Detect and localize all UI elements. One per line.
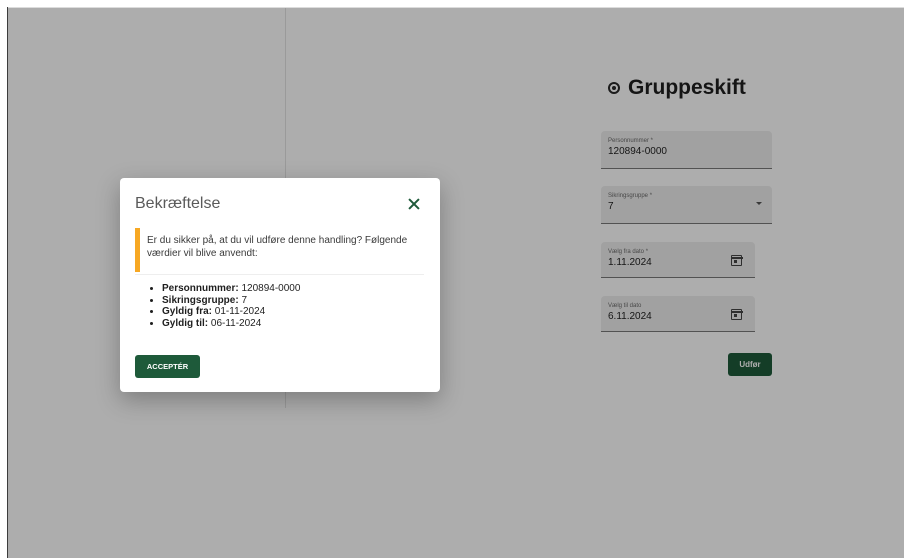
confirmation-dialog: Bekræftelse Er du sikker på, at du vil u… (120, 178, 440, 392)
close-icon[interactable] (408, 198, 420, 210)
list-item: Gyldig fra: 01-11-2024 (162, 306, 300, 318)
values-list: Personnummer: 120894-0000 Sikringsgruppe… (152, 283, 300, 329)
value-text: 120894-0000 (238, 283, 301, 294)
value-text: 7 (238, 294, 248, 306)
divider (135, 274, 424, 275)
value-text: 06-11-2024 (208, 317, 262, 329)
value-key: Personnummer: (162, 283, 239, 294)
value-key: Sikringsgruppe: (162, 294, 239, 306)
value-key: Gyldig fra: (162, 306, 213, 317)
list-item: Sikringsgruppe: 7 (162, 295, 300, 307)
window-left-frame (0, 0, 7, 558)
value-text: 01-11-2024 (212, 306, 266, 317)
list-item: Gyldig til: 06-11-2024 (162, 318, 300, 330)
dialog-title: Bekræftelse (135, 195, 221, 212)
list-item: Personnummer: 120894-0000 (162, 283, 300, 295)
accept-button[interactable]: ACCEPTÉR (135, 355, 200, 378)
confirmation-message: Er du sikker på, at du vil udføre denne … (135, 228, 422, 272)
value-key: Gyldig til: (162, 317, 209, 329)
